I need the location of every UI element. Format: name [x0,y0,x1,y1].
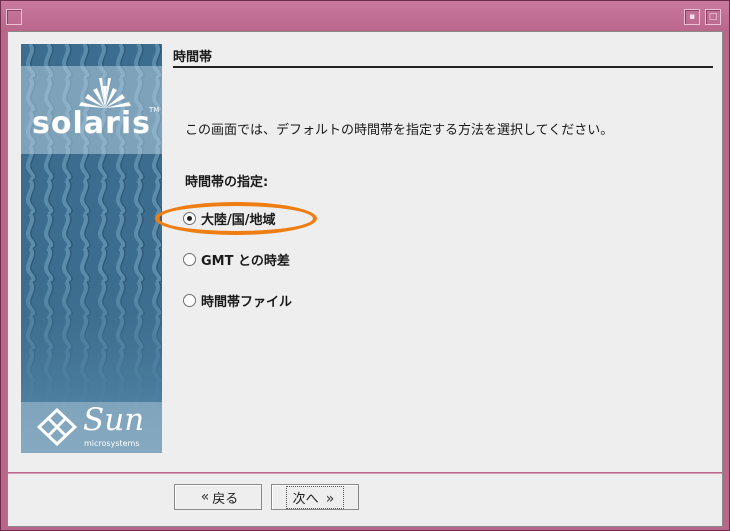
title-divider [173,66,713,68]
minimize-icon[interactable]: ▪ [684,9,700,25]
footer-divider-light [8,473,722,474]
back-button-label: 戻る [212,491,239,507]
chevron-left-icon: « [200,489,210,505]
sun-rays-icon [79,78,131,108]
radio-timezone-file[interactable]: 時間帯ファイル [183,290,292,310]
trademark-mark: TM [149,106,160,114]
title-bar[interactable]: ▪ □ [1,1,729,31]
page-title: 時間帯 [173,50,213,65]
next-button[interactable]: 次へ » [271,484,359,510]
wizard-panel: solaris TM Sun microsystems 時間帯 この画面では、デ… [7,31,723,527]
sun-diamond-icon [37,408,77,446]
maximize-icon[interactable]: □ [705,9,721,25]
installer-window: ▪ □ solaris TM Sun microsystems 時間帯 この画面… [0,0,730,531]
radio-label: GMT との時差 [201,253,290,269]
radio-unchecked-icon[interactable] [183,252,196,266]
radio-gmt-offset[interactable]: GMT との時差 [183,249,290,269]
next-button-label: 次へ [292,491,319,507]
timezone-method-label: 時間帯の指定: [185,175,269,190]
sun-subtitle: microsystems [84,439,140,448]
chevron-right-icon: » [325,490,335,507]
radio-unchecked-icon[interactable] [183,293,196,307]
highlight-annotation [155,202,317,235]
window-menu-icon[interactable] [6,9,22,25]
radio-label: 時間帯ファイル [201,294,293,310]
solaris-brand: solaris [32,106,151,141]
next-button-focus: 次へ » [285,485,345,509]
instruction-text: この画面では、デフォルトの時間帯を指定する方法を選択してください。 [185,123,614,138]
solaris-sidebar: solaris TM Sun microsystems [21,44,162,453]
back-button[interactable]: « 戻る [174,484,262,510]
sun-brand: Sun [83,402,145,438]
